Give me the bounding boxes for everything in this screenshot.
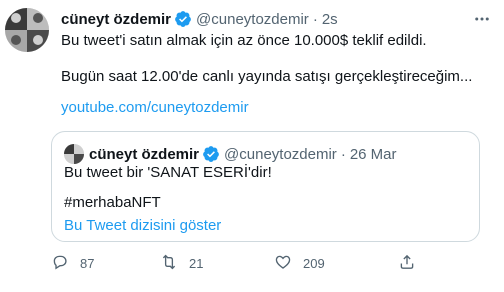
show-thread-link[interactable]: Bu Tweet dizisini göster <box>64 216 221 236</box>
separator-dot: · <box>312 10 318 28</box>
separator-dot: · <box>340 145 346 163</box>
verified-badge-icon <box>202 145 220 163</box>
reply-button[interactable]: 87 <box>51 253 94 273</box>
tweet-actions: 87 21 209 <box>51 253 421 273</box>
avatar[interactable] <box>5 8 49 52</box>
retweet-button[interactable]: 21 <box>160 253 203 273</box>
author-name[interactable]: cüneyt özdemir <box>61 11 171 28</box>
tweet-header: cüneyt özdemir @cuneytozdemir · 2s <box>61 8 474 30</box>
quoted-text: Bu tweet bir 'SANAT ESERİ'dir! <box>64 164 272 181</box>
quoted-hashtag: #merhabaNFT <box>64 194 161 211</box>
like-count: 209 <box>303 255 325 271</box>
share-icon <box>398 253 416 274</box>
timestamp[interactable]: 2s <box>322 11 338 28</box>
more-icon[interactable] <box>472 9 492 29</box>
retweet-icon <box>160 253 178 274</box>
quoted-author-name: cüneyt özdemir <box>89 145 200 163</box>
reply-count: 87 <box>80 255 95 271</box>
quoted-author-handle: @cuneytozdemir <box>224 145 337 163</box>
like-button[interactable]: 209 <box>274 253 325 273</box>
quoted-timestamp: 26 Mar <box>349 145 397 163</box>
quoted-tweet-header: cüneyt özdemir @cuneytozdemir · 26 Mar <box>64 144 397 164</box>
avatar-collage-image <box>5 8 49 52</box>
tweet: cüneyt özdemir @cuneytozdemir · 2s Bu tw… <box>0 0 504 292</box>
verified-badge-icon <box>174 10 192 28</box>
reply-icon <box>51 253 69 274</box>
tweet-text-line-1: Bu tweet'i satın almak için az önce 10.0… <box>61 32 427 49</box>
quoted-tweet[interactable]: cüneyt özdemir @cuneytozdemir · 26 Mar B… <box>51 131 480 242</box>
tweet-text-line-2: Bugün saat 12.00'de canlı yayında satışı… <box>61 68 473 85</box>
youtube-link[interactable]: youtube.com/cuneytozdemir <box>61 98 249 118</box>
share-button[interactable] <box>398 253 416 273</box>
retweet-count: 21 <box>189 255 204 271</box>
like-icon <box>274 253 292 274</box>
quoted-avatar <box>64 144 84 164</box>
author-handle[interactable]: @cuneytozdemir <box>196 11 309 28</box>
